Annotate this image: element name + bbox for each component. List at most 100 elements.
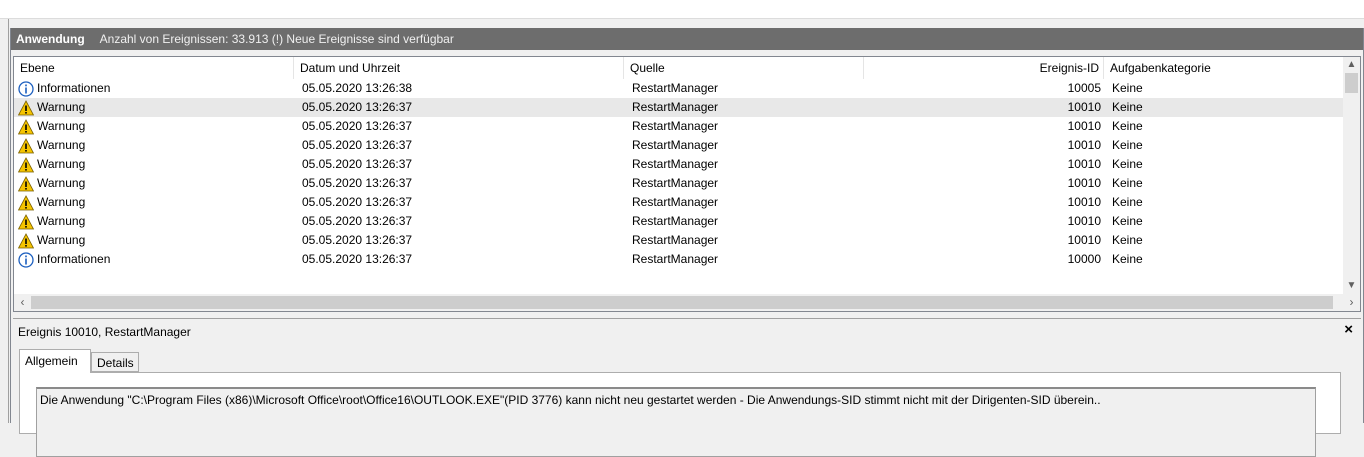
event-viewer-pane: Anwendung Anzahl von Ereignissen: 33.913… bbox=[10, 28, 1364, 457]
event-row[interactable]: Warnung 05.05.2020 13:26:37 RestartManager… bbox=[14, 98, 1344, 117]
event-level-label: Informationen bbox=[37, 81, 111, 95]
event-task-category: Keine bbox=[1112, 157, 1143, 171]
event-level-label: Warnung bbox=[37, 176, 86, 190]
general-tab-content: Die Anwendung "C:\Program Files (x86)\Mi… bbox=[19, 372, 1341, 457]
event-source: RestartManager bbox=[632, 138, 719, 152]
event-id: 10010 bbox=[1067, 195, 1101, 209]
event-date: 05.05.2020 13:26:37 bbox=[302, 176, 413, 190]
detail-title: Ereignis 10010, RestartManager bbox=[18, 325, 191, 339]
warning-icon bbox=[18, 156, 37, 173]
event-rows: Informationen 05.05.2020 13:26:38 RestartM… bbox=[14, 79, 1344, 269]
info-icon bbox=[18, 80, 37, 97]
horizontal-scrollbar[interactable]: ‹ › bbox=[14, 294, 1360, 311]
event-source: RestartManager bbox=[632, 81, 719, 95]
warning-icon bbox=[18, 194, 37, 211]
event-level-label: Warnung bbox=[37, 138, 86, 152]
event-source: RestartManager bbox=[632, 214, 719, 228]
event-row[interactable]: Informationen 05.05.2020 13:26:37 RestartM… bbox=[14, 250, 1344, 269]
vertical-scroll-thumb[interactable] bbox=[1345, 73, 1358, 93]
event-task-category: Keine bbox=[1112, 195, 1143, 209]
column-header-row: Ebene Datum und Uhrzeit Quelle Ereignis-… bbox=[14, 57, 1344, 79]
event-level: Informationen bbox=[18, 79, 298, 98]
event-id: 10010 bbox=[1067, 176, 1101, 190]
event-date: 05.05.2020 13:26:37 bbox=[302, 138, 413, 152]
warning-icon bbox=[18, 232, 37, 249]
event-row[interactable]: Warnung 05.05.2020 13:26:37 RestartManager… bbox=[14, 193, 1344, 212]
event-level: Warnung bbox=[18, 98, 298, 117]
event-row[interactable]: Warnung 05.05.2020 13:26:37 RestartManager… bbox=[14, 155, 1344, 174]
top-strip bbox=[0, 0, 1364, 19]
event-level-label: Warnung bbox=[37, 233, 86, 247]
event-level-label: Warnung bbox=[37, 100, 86, 114]
event-task-category: Keine bbox=[1112, 214, 1143, 228]
warning-icon bbox=[18, 118, 37, 135]
event-id: 10010 bbox=[1067, 119, 1101, 133]
vertical-scrollbar[interactable]: ▲ ▼ bbox=[1343, 57, 1360, 294]
event-date: 05.05.2020 13:26:38 bbox=[302, 81, 413, 95]
warning-icon bbox=[18, 99, 37, 116]
event-date: 05.05.2020 13:26:37 bbox=[302, 233, 413, 247]
event-task-category: Keine bbox=[1112, 138, 1143, 152]
column-level[interactable]: Ebene bbox=[14, 57, 294, 79]
scroll-down-icon[interactable]: ▼ bbox=[1343, 278, 1360, 294]
event-row[interactable]: Warnung 05.05.2020 13:26:37 RestartManager… bbox=[14, 212, 1344, 231]
scroll-left-icon[interactable]: ‹ bbox=[14, 294, 31, 310]
event-row[interactable]: Warnung 05.05.2020 13:26:37 RestartManager… bbox=[14, 231, 1344, 250]
event-level: Warnung bbox=[18, 155, 298, 174]
event-id: 10005 bbox=[1067, 81, 1101, 95]
scroll-right-icon[interactable]: › bbox=[1343, 294, 1360, 310]
event-id: 10000 bbox=[1067, 252, 1101, 266]
close-icon[interactable]: × bbox=[1344, 321, 1353, 338]
event-date: 05.05.2020 13:26:37 bbox=[302, 214, 413, 228]
tab-details[interactable]: Details bbox=[91, 352, 139, 372]
event-level: Warnung bbox=[18, 193, 298, 212]
warning-icon bbox=[18, 213, 37, 230]
event-row[interactable]: Warnung 05.05.2020 13:26:37 RestartManager… bbox=[14, 117, 1344, 136]
event-row[interactable]: Warnung 05.05.2020 13:26:37 RestartManager… bbox=[14, 174, 1344, 193]
event-id: 10010 bbox=[1067, 157, 1101, 171]
event-id: 10010 bbox=[1067, 138, 1101, 152]
event-source: RestartManager bbox=[632, 233, 719, 247]
event-level: Warnung bbox=[18, 212, 298, 231]
column-task-category[interactable]: Aufgabenkategorie bbox=[1104, 57, 1344, 79]
event-id: 10010 bbox=[1067, 214, 1101, 228]
event-level: Warnung bbox=[18, 174, 298, 193]
column-event-id[interactable]: Ereignis-ID bbox=[864, 57, 1104, 79]
event-level: Warnung bbox=[18, 117, 298, 136]
column-source[interactable]: Quelle bbox=[624, 57, 864, 79]
event-level-label: Informationen bbox=[37, 252, 111, 266]
event-id: 10010 bbox=[1067, 100, 1101, 114]
event-date: 05.05.2020 13:26:37 bbox=[302, 157, 413, 171]
info-icon bbox=[18, 251, 37, 268]
event-task-category: Keine bbox=[1112, 252, 1143, 266]
event-task-category: Keine bbox=[1112, 119, 1143, 133]
event-count: Anzahl von Ereignissen: 33.913 (!) Neue … bbox=[99, 32, 454, 46]
event-source: RestartManager bbox=[632, 195, 719, 209]
event-level: Informationen bbox=[18, 250, 298, 269]
log-header: Anwendung Anzahl von Ereignissen: 33.913… bbox=[11, 28, 1363, 50]
event-list[interactable]: Ebene Datum und Uhrzeit Quelle Ereignis-… bbox=[13, 56, 1361, 312]
log-title: Anwendung bbox=[16, 32, 85, 46]
event-row[interactable]: Informationen 05.05.2020 13:26:38 RestartM… bbox=[14, 79, 1344, 98]
event-source: RestartManager bbox=[632, 252, 719, 266]
column-date[interactable]: Datum und Uhrzeit bbox=[294, 57, 624, 79]
tab-allgemein[interactable]: Allgemein bbox=[19, 349, 91, 373]
event-level: Warnung bbox=[18, 136, 298, 155]
event-level-label: Warnung bbox=[37, 157, 86, 171]
scroll-up-icon[interactable]: ▲ bbox=[1343, 57, 1360, 73]
event-source: RestartManager bbox=[632, 176, 719, 190]
event-level-label: Warnung bbox=[37, 214, 86, 228]
warning-icon bbox=[18, 175, 37, 192]
horizontal-scroll-thumb[interactable] bbox=[31, 296, 1333, 309]
warning-icon bbox=[18, 137, 37, 154]
event-level-label: Warnung bbox=[37, 119, 86, 133]
event-id: 10010 bbox=[1067, 233, 1101, 247]
event-source: RestartManager bbox=[632, 157, 719, 171]
event-date: 05.05.2020 13:26:37 bbox=[302, 195, 413, 209]
event-source: RestartManager bbox=[632, 119, 719, 133]
left-pane-edge bbox=[0, 19, 9, 423]
event-date: 05.05.2020 13:26:37 bbox=[302, 252, 413, 266]
event-source: RestartManager bbox=[632, 100, 719, 114]
event-row[interactable]: Warnung 05.05.2020 13:26:37 RestartManager… bbox=[14, 136, 1344, 155]
event-message[interactable]: Die Anwendung "C:\Program Files (x86)\Mi… bbox=[36, 387, 1316, 457]
